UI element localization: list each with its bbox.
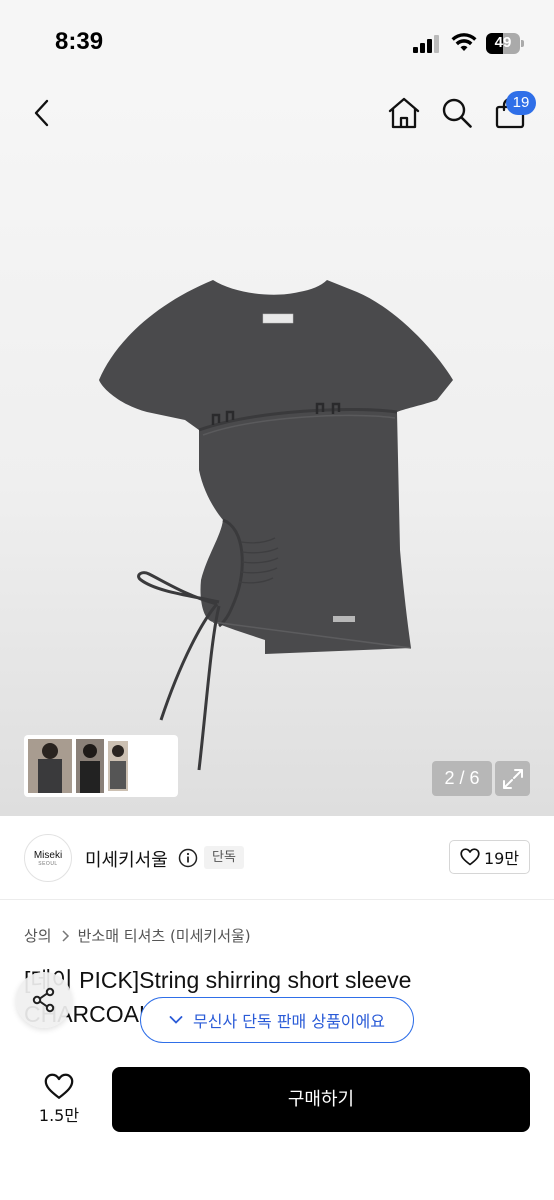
- info-icon[interactable]: [178, 848, 198, 868]
- brand-logo-subtext: SEOUL: [38, 860, 58, 867]
- buy-button[interactable]: 구매하기: [112, 1067, 530, 1132]
- image-counter: 2 / 6: [432, 761, 492, 796]
- status-time: 8:39: [55, 28, 104, 55]
- thumbnail-image: [28, 739, 128, 793]
- product-gallery[interactable]: 19 2 / 6: [0, 80, 554, 816]
- share-button[interactable]: [16, 972, 72, 1028]
- wifi-icon: [451, 33, 477, 51]
- exclusive-badge: 단독: [204, 846, 244, 869]
- cart-count-badge: 19: [506, 91, 536, 115]
- breadcrumb-item[interactable]: 반소매 티셔츠 (미세키서울): [78, 925, 251, 946]
- brand-name[interactable]: 미세키서울: [85, 846, 168, 872]
- battery-icon: 49: [486, 33, 524, 54]
- cellular-signal-icon: [413, 35, 441, 53]
- thumbnail-strip[interactable]: [24, 735, 178, 797]
- expand-image-button[interactable]: [495, 761, 530, 796]
- search-button[interactable]: [437, 93, 477, 133]
- back-icon: [34, 99, 49, 127]
- status-bar: 8:39 49: [0, 0, 554, 80]
- brand-row: Miseki SEOUL 미세키서울 단독 19만: [0, 816, 554, 900]
- heart-icon: [460, 848, 480, 866]
- chevron-down-icon: [169, 1016, 183, 1024]
- breadcrumb-item[interactable]: 상의: [24, 925, 52, 946]
- battery-level: 49: [494, 34, 512, 51]
- brand-logo[interactable]: Miseki SEOUL: [24, 834, 72, 882]
- share-icon: [32, 987, 55, 1013]
- product-like-count: 1.5만: [38, 1105, 80, 1125]
- exclusive-notice-text: 무신사 단독 판매 상품이에요: [193, 1012, 385, 1031]
- expand-icon: [502, 768, 523, 789]
- product-like-button[interactable]: 1.5만: [24, 1068, 94, 1130]
- chevron-right-icon: [62, 929, 69, 942]
- home-button[interactable]: [384, 93, 424, 133]
- home-icon: [388, 97, 420, 129]
- brand-logo-text: Miseki: [33, 849, 63, 861]
- brand-like-count: 19만: [483, 849, 520, 868]
- heart-icon: [44, 1073, 74, 1099]
- search-icon: [442, 98, 472, 128]
- breadcrumb: 상의 반소매 티셔츠 (미세키서울): [24, 925, 251, 946]
- brand-like-button[interactable]: 19만: [449, 840, 530, 874]
- exclusive-notice-pill[interactable]: 무신사 단독 판매 상품이에요: [140, 997, 414, 1043]
- back-button[interactable]: [24, 95, 60, 131]
